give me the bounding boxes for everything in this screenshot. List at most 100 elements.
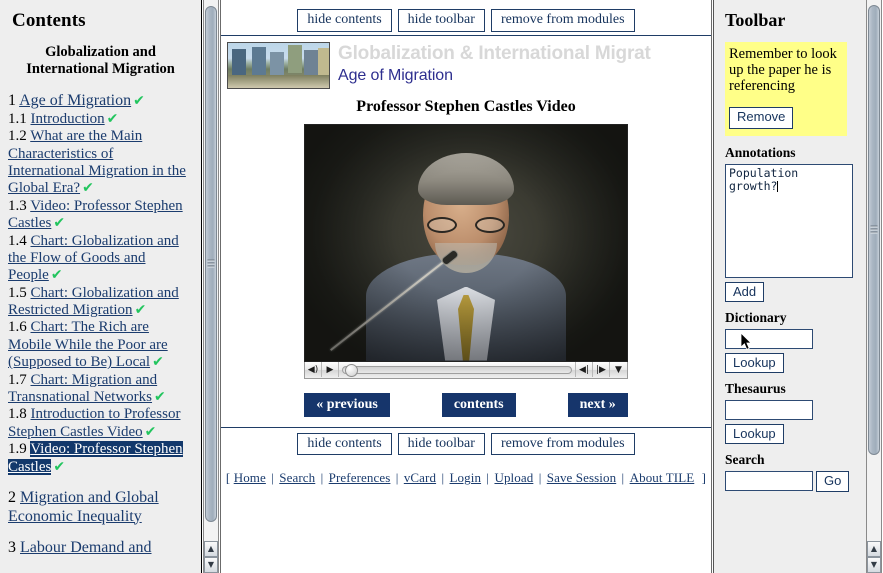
cityscape-banner-image xyxy=(227,41,330,89)
toc-item-1[interactable]: 1 Age of Migration ✔ xyxy=(8,92,193,111)
footer-link-upload[interactable]: Upload xyxy=(494,470,533,485)
volume-icon[interactable]: ◀) xyxy=(305,362,322,377)
search-input[interactable] xyxy=(725,470,813,491)
contents-sidebar: Contents Globalization and International… xyxy=(0,0,202,573)
footer-link-login[interactable]: Login xyxy=(450,470,482,485)
thesaurus-input[interactable] xyxy=(725,399,813,420)
annotations-input[interactable]: Population growth? xyxy=(725,163,853,278)
footer-link-search[interactable]: Search xyxy=(279,470,315,485)
hide-contents-button-bottom[interactable]: hide contents xyxy=(297,432,392,456)
video-frame[interactable] xyxy=(304,123,628,362)
toc-item-link[interactable]: Age of Migration xyxy=(19,92,131,109)
footer-separator: | xyxy=(267,470,278,486)
toolbar-scrollbar-arrows[interactable]: ▲ ▼ xyxy=(867,541,881,573)
banner-text-block: Globalization & International Migrat Age… xyxy=(338,42,651,86)
toc-item-number: 1.3 xyxy=(8,197,31,214)
toc-item-1-2[interactable]: 1.2 What are the Main Characteristics of… xyxy=(8,128,193,198)
footer-separator: | xyxy=(317,470,327,486)
toc-item-link[interactable]: What are the Main Characteristics of Int… xyxy=(8,128,186,196)
sticky-note: Remember to look up the paper he is refe… xyxy=(725,42,847,136)
thesaurus-lookup-button[interactable]: Lookup xyxy=(725,423,784,444)
remove-from-modules-button-bottom[interactable]: remove from modules xyxy=(490,432,635,456)
toc-item-3[interactable]: 3 Labour Demand and xyxy=(8,539,193,558)
module-title-line2: International Migration xyxy=(26,61,175,78)
search-go-button[interactable]: Go xyxy=(816,470,850,493)
toc-item-1-9[interactable]: 1.9 Video: Professor Stephen Castles ✔ xyxy=(8,441,193,476)
video-progress-thumb[interactable] xyxy=(345,363,358,377)
text-caret xyxy=(777,181,779,193)
completed-check-icon: ✔ xyxy=(133,93,145,110)
toc-item-link[interactable]: Labour Demand and xyxy=(20,539,152,556)
previous-button[interactable]: « previous xyxy=(304,392,390,417)
toc-spacer xyxy=(8,476,193,487)
toc-item-number: 1.9 xyxy=(8,441,31,458)
video-player[interactable]: ◀) ▶ ◀| |▶ ▼ xyxy=(304,123,628,379)
contents-heading: Contents xyxy=(12,10,86,31)
dictionary-lookup-button[interactable]: Lookup xyxy=(725,352,784,373)
page-navigation: « previous contents next » xyxy=(221,392,711,417)
contents-scrollbar-track[interactable] xyxy=(204,0,218,541)
toolbar-scrollbar-track[interactable] xyxy=(867,0,881,541)
footer-open-bracket: [ xyxy=(225,470,234,486)
toolbar-scrollbar[interactable]: ▲ ▼ xyxy=(866,0,882,573)
footer-link-about-tile[interactable]: About TILE xyxy=(630,470,695,485)
remove-note-button[interactable]: Remove xyxy=(729,106,794,129)
add-annotation-button[interactable]: Add xyxy=(725,281,765,302)
hide-toolbar-button-bottom[interactable]: hide toolbar xyxy=(397,432,485,456)
toc-item-2[interactable]: 2 Migration and Global Economic Inequali… xyxy=(8,489,193,526)
footer-link-save-session[interactable]: Save Session xyxy=(547,470,616,485)
next-button[interactable]: next » xyxy=(567,392,628,417)
bottom-action-bar: hide contents hide toolbar remove from m… xyxy=(221,426,711,462)
remove-from-modules-button[interactable]: remove from modules xyxy=(490,9,635,32)
scroll-up-arrow-icon[interactable]: ▲ xyxy=(867,541,881,557)
hide-toolbar-button[interactable]: hide toolbar xyxy=(397,9,485,32)
toolbar-sidebar: Toolbar Remember to look up the paper he… xyxy=(713,0,866,573)
video-control-bar[interactable]: ◀) ▶ ◀| |▶ ▼ xyxy=(304,361,628,379)
footer-link-preferences[interactable]: Preferences xyxy=(329,470,391,485)
toc-item-1-4[interactable]: 1.4 Chart: Globalization and the Flow of… xyxy=(8,233,193,285)
toc-item-number: 1.2 xyxy=(8,128,31,145)
toc-item-1-5[interactable]: 1.5 Chart: Globalization and Restricted … xyxy=(8,285,193,320)
footer-separator: | xyxy=(618,470,628,486)
scroll-down-arrow-icon[interactable]: ▼ xyxy=(867,557,881,573)
toc-item-link[interactable]: Video: Professor Stephen Castles xyxy=(8,441,183,475)
banner-subtitle[interactable]: Age of Migration xyxy=(338,68,651,85)
completed-check-icon: ✔ xyxy=(152,354,164,371)
toc-item-number: 2 xyxy=(8,488,20,506)
toc-item-link[interactable]: Introduction xyxy=(31,111,105,127)
footer-close-bracket: ] xyxy=(701,470,707,486)
footer-separator: | xyxy=(535,470,545,486)
contents-scrollbar-thumb[interactable] xyxy=(205,6,217,522)
step-backward-icon[interactable]: ◀| xyxy=(576,362,593,377)
contents-button[interactable]: contents xyxy=(441,392,516,417)
dictionary-label: Dictionary xyxy=(725,309,787,325)
toolbar-heading: Toolbar xyxy=(725,10,786,30)
toc-item-link[interactable]: Chart: The Rich are Mobile While the Poo… xyxy=(8,319,168,370)
toc-item-number: 1.4 xyxy=(8,232,31,249)
toc-item-link[interactable]: Chart: Globalization and the Flow of Goo… xyxy=(8,233,179,284)
toc-item-link[interactable]: Video: Professor Stephen Castles xyxy=(8,198,183,231)
toolbar-scrollbar-thumb[interactable] xyxy=(868,5,880,455)
toc-item-link[interactable]: Chart: Globalization and Restricted Migr… xyxy=(8,285,179,318)
contents-scrollbar[interactable]: ▲ ▼ xyxy=(203,0,219,573)
toc-item-1-7[interactable]: 1.7 Chart: Migration and Transnational N… xyxy=(8,372,193,407)
video-right-controls[interactable]: ◀| |▶ ▼ xyxy=(575,362,627,377)
footer-link-home[interactable]: Home xyxy=(234,470,266,485)
contents-scrollbar-arrows[interactable]: ▲ ▼ xyxy=(204,541,218,573)
step-forward-icon[interactable]: |▶ xyxy=(593,362,610,377)
scroll-up-arrow-icon[interactable]: ▲ xyxy=(204,541,218,557)
completed-check-icon: ✔ xyxy=(106,110,119,127)
scroll-down-arrow-icon[interactable]: ▼ xyxy=(204,557,218,573)
toc-item-1-8[interactable]: 1.8 Introduction to Professor Stephen Ca… xyxy=(8,406,193,441)
chevron-down-icon[interactable]: ▼ xyxy=(610,362,627,377)
hide-contents-button[interactable]: hide contents xyxy=(297,9,392,32)
toc-item-1-1[interactable]: 1.1 Introduction ✔ xyxy=(8,111,193,128)
dictionary-input[interactable] xyxy=(725,328,813,349)
footer-link-vcard[interactable]: vCard xyxy=(404,470,436,485)
toc-item-link[interactable]: Chart: Migration and Transnational Netwo… xyxy=(8,372,157,405)
play-button-icon[interactable]: ▶ xyxy=(322,362,339,377)
toc-item-link[interactable]: Migration and Global Economic Inequality xyxy=(8,489,159,525)
video-progress-slider[interactable] xyxy=(342,363,572,377)
toc-item-1-3[interactable]: 1.3 Video: Professor Stephen Castles ✔ xyxy=(8,198,193,233)
toc-item-1-6[interactable]: 1.6 Chart: The Rich are Mobile While the… xyxy=(8,319,193,371)
